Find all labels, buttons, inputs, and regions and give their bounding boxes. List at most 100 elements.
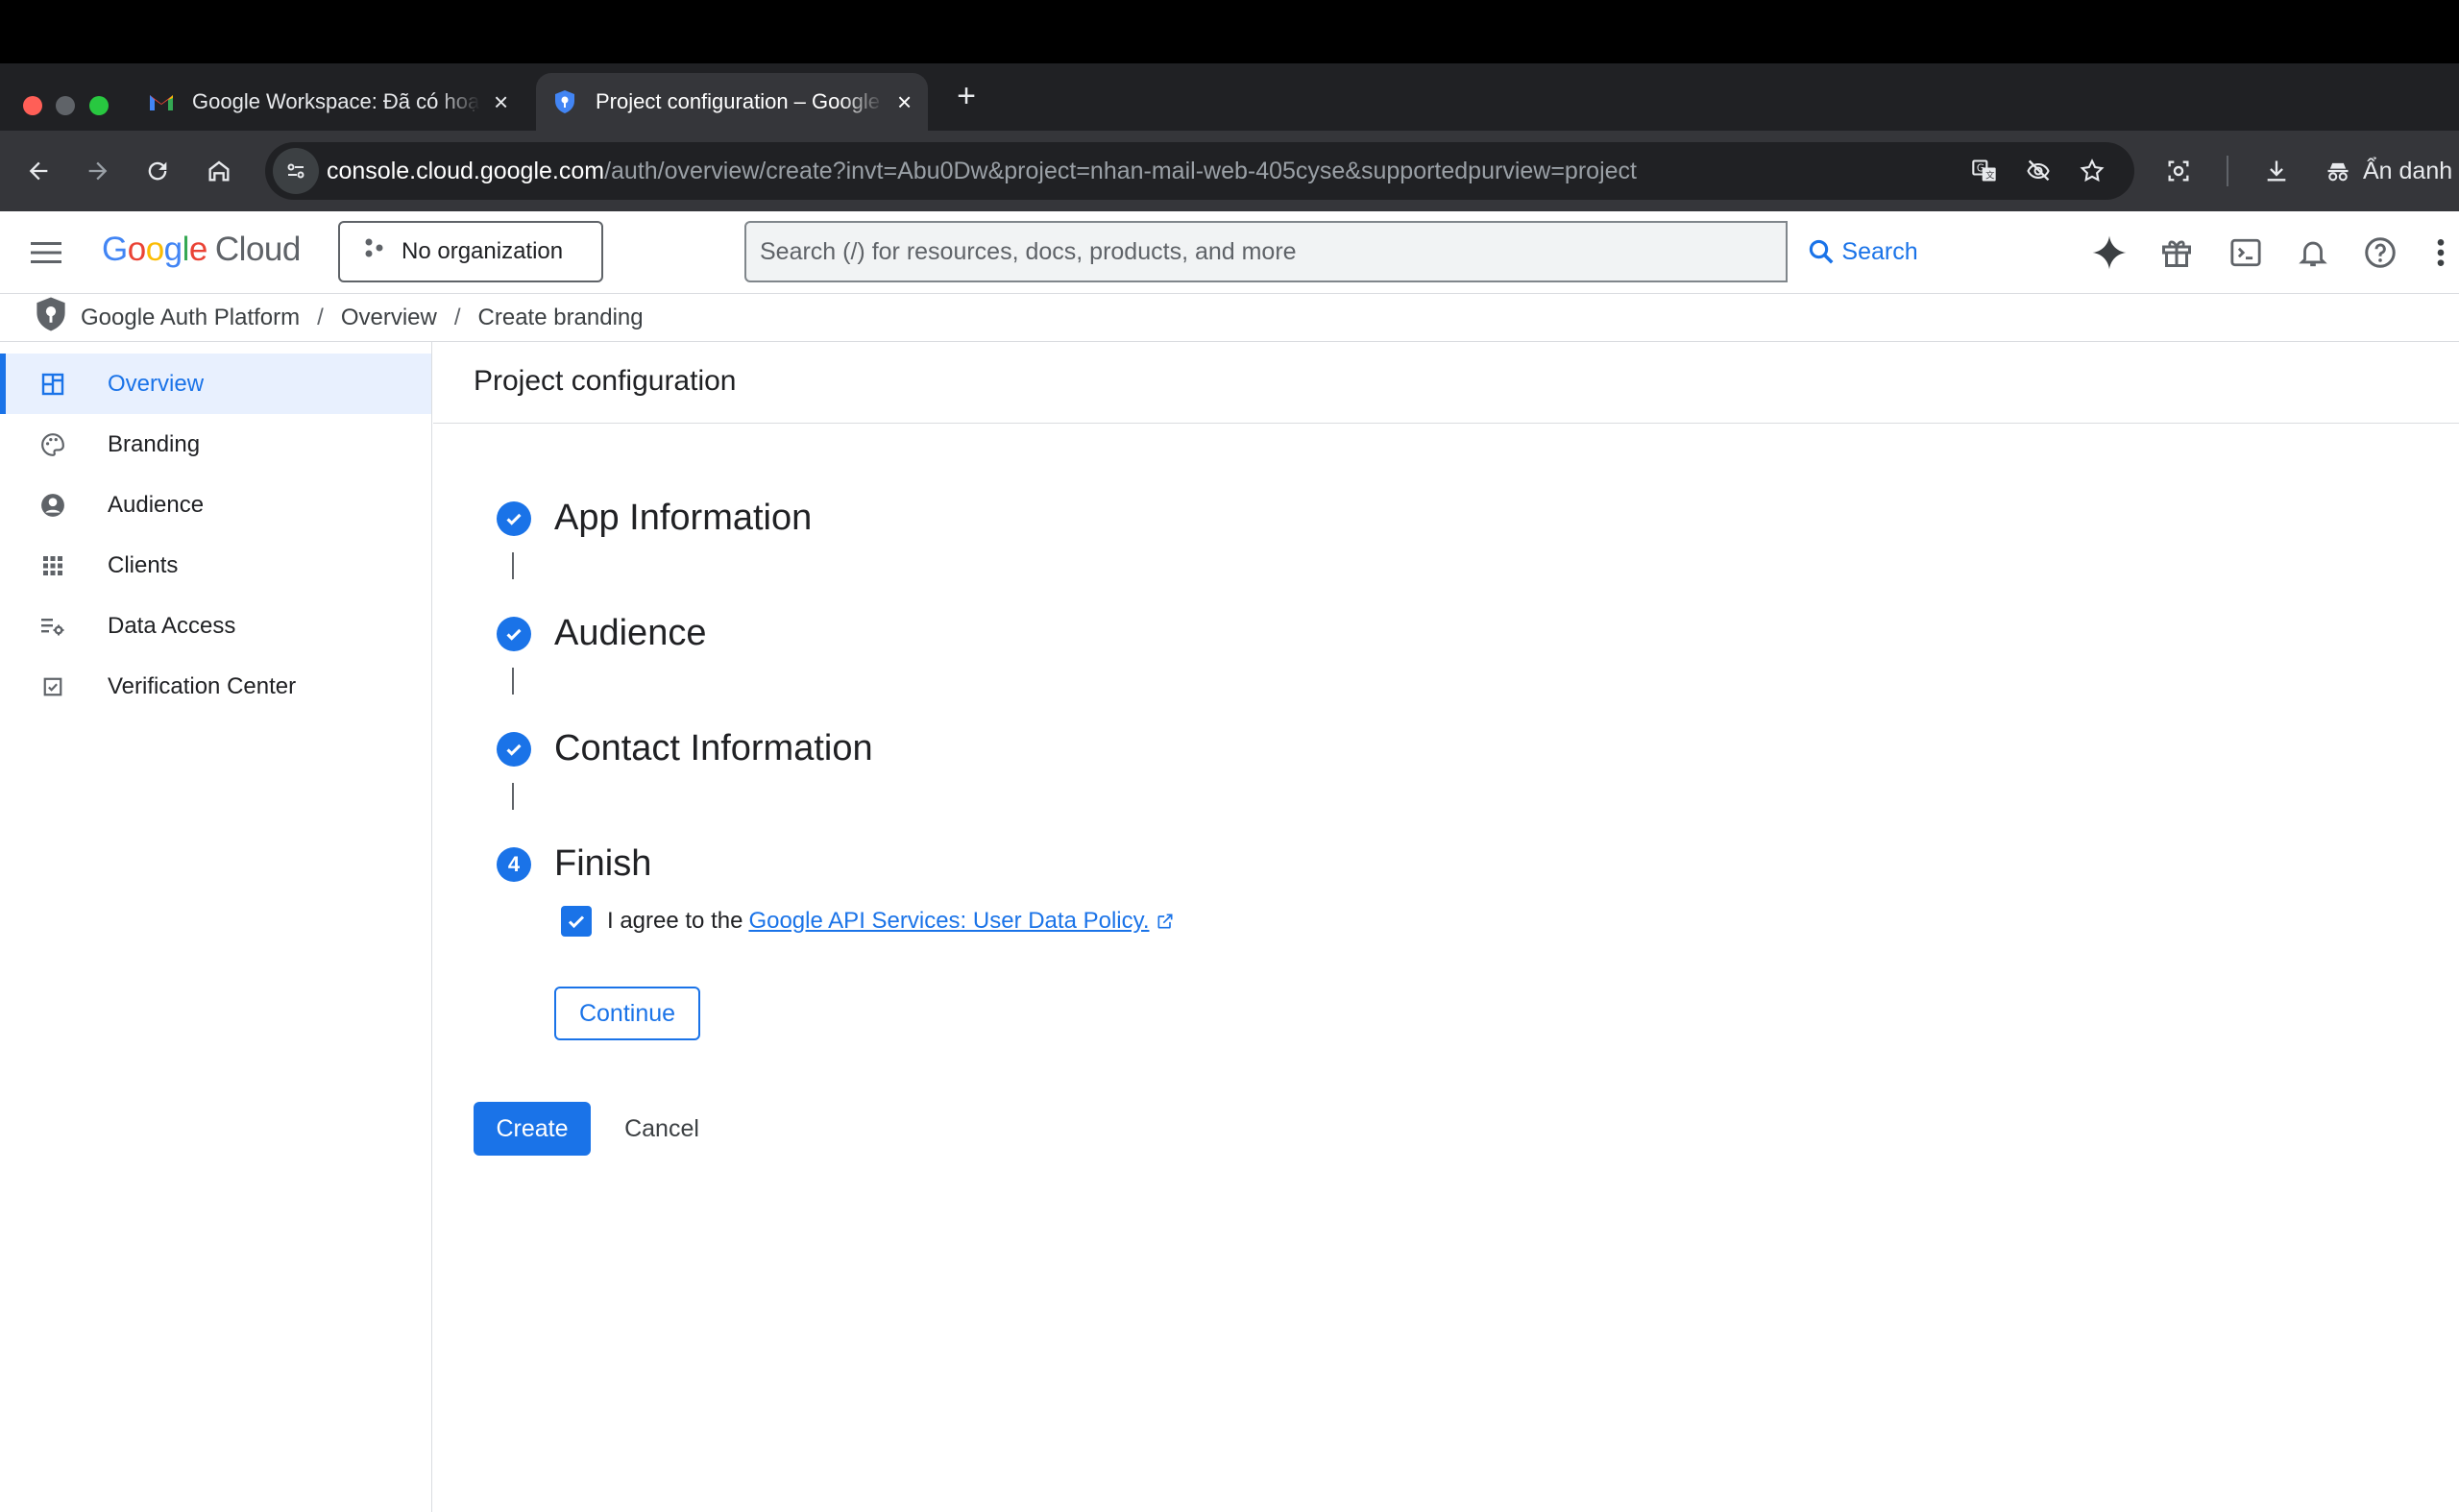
page-title: Project configuration <box>474 365 737 397</box>
dashboard-icon <box>40 372 65 397</box>
close-tab-icon[interactable]: × <box>897 89 912 114</box>
translate-icon[interactable]: G文 <box>1961 148 2008 194</box>
step-connector <box>512 783 514 810</box>
close-tab-icon[interactable]: × <box>494 89 508 114</box>
logo-suffix: Cloud <box>214 231 301 268</box>
sidebar-item-label: Data Access <box>108 612 236 639</box>
profile-label: Ẩn danh <box>2363 157 2453 184</box>
home-icon[interactable] <box>196 148 242 194</box>
sidebar: Overview Branding Audience Clients Data … <box>0 342 432 1512</box>
logo-letter: e <box>188 231 207 268</box>
close-window-button[interactable] <box>23 96 42 115</box>
notifications-icon[interactable] <box>2290 230 2336 276</box>
bookmark-star-icon[interactable] <box>2069 148 2115 194</box>
stepper-step-audience[interactable]: Audience <box>497 613 706 653</box>
breadcrumb-item[interactable]: Overview <box>341 305 437 331</box>
sidebar-item-branding[interactable]: Branding <box>0 414 431 475</box>
checkmark-icon <box>568 915 585 929</box>
step-connector <box>512 668 514 695</box>
gmail-icon <box>148 88 175 115</box>
maximize-window-button[interactable] <box>89 96 109 115</box>
step-number-badge: 4 <box>497 847 531 882</box>
google-cloud-logo[interactable]: Google Cloud <box>102 231 301 269</box>
organization-picker[interactable]: No organization <box>338 221 603 282</box>
sidebar-item-overview[interactable]: Overview <box>0 354 431 414</box>
apps-grid-icon <box>40 553 65 578</box>
toolbar-divider <box>2227 156 2228 186</box>
site-info-icon[interactable] <box>273 148 319 194</box>
logo-letter: l <box>182 231 190 268</box>
download-icon[interactable] <box>2253 148 2300 194</box>
gemini-icon[interactable] <box>2086 230 2132 276</box>
agree-checkbox[interactable] <box>561 906 592 937</box>
logo-letter: o <box>145 231 164 268</box>
step-title: App Information <box>554 498 813 538</box>
sidebar-item-label: Clients <box>108 551 179 578</box>
incognito-profile-button[interactable]: Ẩn danh <box>2325 148 2452 194</box>
stepper-step-app-information[interactable]: App Information <box>497 498 812 538</box>
create-button[interactable]: Create <box>474 1102 591 1156</box>
forward-icon[interactable] <box>75 148 121 194</box>
step-title: Audience <box>554 613 707 653</box>
sidebar-item-label: Branding <box>108 430 201 457</box>
organization-label: No organization <box>402 238 564 264</box>
palette-icon <box>40 432 65 457</box>
logo-letter: g <box>163 231 183 268</box>
gift-icon[interactable] <box>2154 230 2200 276</box>
organization-icon <box>363 237 386 267</box>
minimize-window-button[interactable] <box>56 96 75 115</box>
stepper-step-finish[interactable]: 4 Finish <box>497 843 651 884</box>
cloud-console-header: Google Cloud No organization Search <box>0 211 2459 294</box>
shield-icon <box>551 88 578 115</box>
stepper-step-contact-information[interactable]: Contact Information <box>497 728 873 768</box>
new-tab-button[interactable]: + <box>945 75 987 117</box>
search-input[interactable] <box>760 232 1740 271</box>
account-circle-icon <box>40 493 65 518</box>
eye-off-icon[interactable] <box>2015 148 2061 194</box>
breadcrumb-item-current: Create branding <box>477 304 644 330</box>
main-menu-icon[interactable] <box>23 230 69 276</box>
reload-icon[interactable] <box>134 148 181 194</box>
tab-title: Google Workspace: Đã có hoạt <box>192 89 480 113</box>
sidebar-item-data-access[interactable]: Data Access <box>0 596 431 656</box>
cancel-button[interactable]: Cancel <box>604 1102 719 1156</box>
step-connector <box>512 552 514 579</box>
sidebar-item-audience[interactable]: Audience <box>0 475 431 535</box>
url-path: /auth/overview/create?invt=Abu0Dw&projec… <box>604 158 1637 184</box>
continue-button[interactable]: Continue <box>554 987 700 1040</box>
check-circle-icon <box>497 501 531 536</box>
browser-tab-project-configuration[interactable]: Project configuration – Google × <box>536 73 928 131</box>
sidebar-item-label: Overview <box>108 370 205 397</box>
more-vert-icon[interactable] <box>2426 230 2455 276</box>
browser-tab-gmail[interactable]: Google Workspace: Đã có hoạt × <box>133 73 526 131</box>
search-button[interactable]: Search <box>1786 221 1937 282</box>
open-in-new-icon <box>1156 912 1175 931</box>
auth-platform-shield-icon <box>35 296 67 339</box>
back-icon[interactable] <box>15 148 61 194</box>
search-button-label: Search <box>1841 237 1918 265</box>
menu-bar-area <box>0 0 2459 63</box>
sidebar-item-verification-center[interactable]: Verification Center <box>0 656 431 717</box>
lens-icon[interactable] <box>2155 148 2202 194</box>
svg-text:文: 文 <box>1985 170 1994 182</box>
breadcrumb-item[interactable]: Google Auth Platform <box>81 305 300 331</box>
url-text: console.cloud.google.com/auth/overview/c… <box>327 158 1637 185</box>
incognito-icon <box>2327 162 2349 182</box>
agreement-row: I agree to the Google API Services: User… <box>561 906 1175 937</box>
address-bar[interactable]: console.cloud.google.com/auth/overview/c… <box>265 142 2134 200</box>
sidebar-item-label: Verification Center <box>108 672 297 699</box>
check-circle-icon <box>497 732 531 767</box>
breadcrumb: Google Auth Platform / Overview / Create… <box>0 294 2459 342</box>
sidebar-item-label: Audience <box>108 491 205 518</box>
agree-text: I agree to the <box>607 908 743 934</box>
url-host: console.cloud.google.com <box>327 158 605 184</box>
search-icon <box>1810 239 1834 264</box>
cloud-shell-icon[interactable] <box>2223 230 2269 276</box>
help-icon[interactable] <box>2357 230 2403 276</box>
tab-title: Project configuration – Google <box>596 89 880 113</box>
user-data-policy-link[interactable]: Google API Services: User Data Policy. <box>748 908 1149 935</box>
browser-toolbar: console.cloud.google.com/auth/overview/c… <box>0 131 2459 211</box>
logo-letter: o <box>127 231 146 268</box>
data-settings-icon <box>40 614 65 639</box>
sidebar-item-clients[interactable]: Clients <box>0 535 431 596</box>
